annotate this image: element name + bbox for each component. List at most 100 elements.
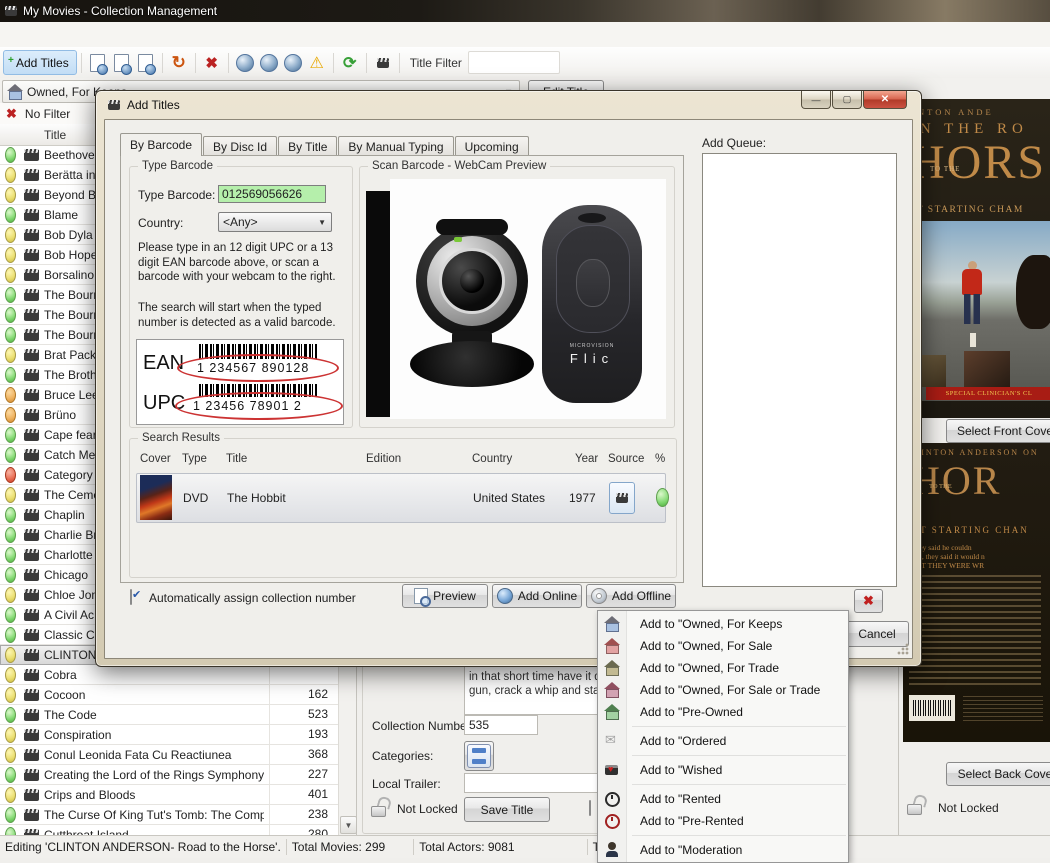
report-title-icon[interactable]: [134, 51, 158, 75]
disc-database-icon[interactable]: [281, 51, 305, 75]
movie-list-row[interactable]: Crips and Bloods 401: [0, 785, 338, 805]
back-cover-text: CLINTON ANDERSON ON: [907, 448, 1039, 457]
movie-clapper-icon: [24, 429, 39, 441]
status-oval-icon: [5, 487, 16, 503]
context-menu-item[interactable]: Add to "Owned, For Keeps: [598, 613, 848, 635]
movie-list-row[interactable]: Cocoon 162: [0, 685, 338, 705]
sync-icon[interactable]: ⟳: [338, 51, 362, 75]
disc-user-icon[interactable]: [257, 51, 281, 75]
menu-item[interactable]: [20, 31, 40, 39]
movie-clapper-icon: [24, 309, 39, 321]
add-offline-button[interactable]: Add Offline: [586, 584, 676, 608]
dialog-title-bar[interactable]: Add Titles — ▢ ✕: [96, 91, 921, 119]
status-oval-icon: [5, 147, 16, 163]
delete-x-icon: ✖: [863, 593, 874, 609]
webcam-led: [454, 237, 462, 242]
add-online-button[interactable]: Add Online: [492, 584, 582, 608]
no-filter-label: No Filter: [25, 107, 70, 121]
disc-tool-icon[interactable]: [233, 51, 257, 75]
dialog-tab[interactable]: By Disc Id: [203, 136, 277, 156]
barcode-input[interactable]: 012569056626: [218, 185, 326, 203]
title-column-header: Title: [44, 128, 66, 142]
refresh-icon[interactable]: ↻: [167, 51, 191, 75]
status-total-movies: Total Movies: 299: [292, 840, 385, 854]
movie-list-row[interactable]: The Code 523: [0, 705, 338, 725]
minimize-button[interactable]: —: [801, 91, 831, 109]
context-menu-item[interactable]: Add to "Moderation: [598, 839, 848, 861]
preview-button[interactable]: Preview: [402, 584, 488, 608]
collection-number-input[interactable]: 535: [464, 715, 538, 735]
context-menu-item[interactable]: Add to "Rented: [598, 788, 848, 810]
not-locked-label: Not Locked: [397, 802, 458, 816]
movie-list-row[interactable]: Creating the Lord of the Rings Symphony:…: [0, 765, 338, 785]
dialog-tab[interactable]: By Manual Typing: [338, 136, 453, 156]
col-type: Type: [182, 453, 207, 465]
movie-list-row[interactable]: Conspiration 193: [0, 725, 338, 745]
back-cover-text: hen, they said it would n: [911, 552, 985, 561]
dialog-tab[interactable]: By Barcode: [120, 133, 202, 156]
menu-item[interactable]: [80, 31, 100, 39]
col-source: Source: [608, 453, 644, 465]
auto-assign-checkbox[interactable]: [130, 589, 132, 605]
menu-item[interactable]: [0, 31, 20, 39]
select-front-cover-button[interactable]: Select Front Cover: [946, 419, 1050, 443]
toolbar-separator: [81, 53, 82, 73]
menu-item[interactable]: [60, 31, 80, 39]
movie-clapper-icon: [24, 169, 39, 181]
status-oval-icon: [5, 547, 16, 563]
resize-grip[interactable]: [897, 643, 909, 655]
add-queue-listbox[interactable]: [702, 153, 897, 587]
close-button[interactable]: ✕: [863, 91, 907, 109]
add-titles-button[interactable]: + Add Titles: [3, 50, 77, 75]
movie-list-row[interactable]: Cobra: [0, 665, 338, 685]
dialog-tab[interactable]: Upcoming: [455, 136, 529, 156]
results-header[interactable]: Cover Type Title Edition Country Year So…: [130, 453, 670, 469]
queue-delete-button[interactable]: ✖: [854, 589, 883, 613]
context-menu-item[interactable]: Add to "Owned, For Sale or Trade: [598, 679, 848, 701]
movie-clapper-icon: [24, 229, 39, 241]
context-menu-item[interactable]: Add to "Owned, For Sale: [598, 635, 848, 657]
ean-label: EAN: [143, 352, 184, 375]
movie-clapper-icon: [24, 289, 39, 301]
movie-list-row[interactable]: The Curse Of King Tut's Tomb: The Comple…: [0, 805, 338, 825]
search-results-group: Search Results Cover Type Title Edition …: [129, 438, 677, 578]
title-filter-input[interactable]: [468, 51, 560, 74]
back-cover-text: OLT STARTING CHAN: [905, 525, 1029, 535]
country-select[interactable]: <Any> ▼: [218, 212, 332, 232]
edit-clapper-icon[interactable]: [371, 51, 395, 75]
context-menu-item[interactable]: Add to "Owned, For Trade: [598, 657, 848, 679]
search-result-row[interactable]: DVD The Hobbit United States 1977: [136, 473, 666, 523]
scroll-down-icon[interactable]: ▼: [340, 816, 357, 834]
menu-item-label: Add to "Owned, For Sale or Trade: [640, 683, 820, 697]
webcam-base: [410, 341, 534, 387]
movie-title: Cobra: [44, 668, 264, 682]
movie-clapper-icon: [24, 149, 39, 161]
back-cover-fineprint: [963, 693, 1043, 723]
form-checkbox[interactable]: [589, 800, 591, 816]
menu-item[interactable]: [100, 31, 120, 39]
context-menu-item[interactable]: Add to "Pre-Owned: [598, 701, 848, 723]
import-title-icon[interactable]: [110, 51, 134, 75]
warning-icon[interactable]: ⚠: [305, 51, 329, 75]
dialog-tab[interactable]: By Title: [278, 136, 337, 156]
movie-list-row[interactable]: Conul Leonida Fata Cu Reactiunea 368: [0, 745, 338, 765]
export-title-icon[interactable]: [86, 51, 110, 75]
movie-list-row[interactable]: Cutthroat Island 280: [0, 825, 338, 835]
select-front-cover-label: Select Front Cover: [957, 424, 1050, 438]
movie-title: The Curse Of King Tut's Tomb: The Comple…: [44, 808, 264, 822]
movie-clapper-icon: [24, 549, 39, 561]
save-title-button[interactable]: Save Title: [464, 797, 550, 822]
maximize-button[interactable]: ▢: [832, 91, 862, 109]
context-menu-item[interactable]: Add to "Ordered: [598, 730, 848, 752]
result-source-icon: [609, 482, 635, 514]
categories-button[interactable]: [464, 741, 494, 771]
context-menu-item[interactable]: Add to "Pre-Rented: [598, 810, 848, 832]
front-cover-image: LINTON ANDE ON THE RO HORS TO THE OLT ST…: [900, 99, 1050, 418]
menu-item[interactable]: [40, 31, 60, 39]
context-menu-item[interactable]: Add to "Wished: [598, 759, 848, 781]
delete-title-icon[interactable]: ✖: [200, 51, 224, 75]
select-back-cover-button[interactable]: Select Back Cover: [946, 762, 1050, 786]
dialog-client: By Barcode By Disc Id By Title By Manual…: [104, 119, 913, 659]
col-edition: Edition: [366, 453, 401, 465]
flic-name: Flic: [542, 351, 642, 366]
